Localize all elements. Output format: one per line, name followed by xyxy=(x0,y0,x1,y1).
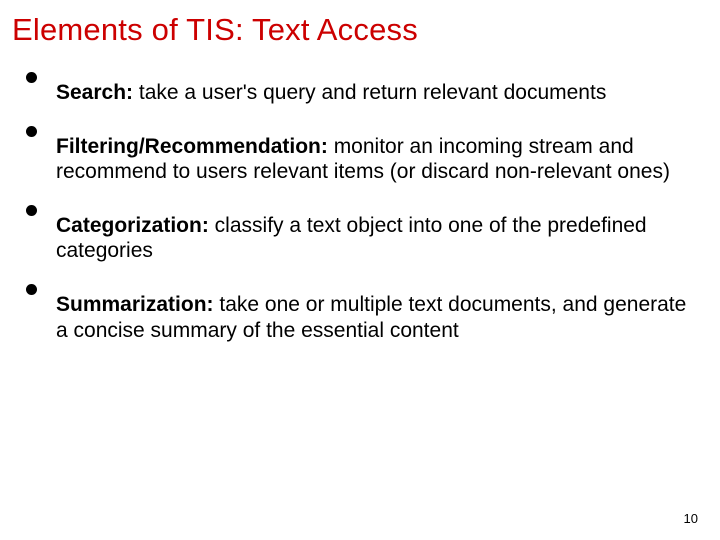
list-item: Categorization: classify a text object i… xyxy=(26,213,692,264)
list-item: Filtering/Recommendation: monitor an inc… xyxy=(26,134,692,185)
bullet-desc: take a user's query and return relevant … xyxy=(133,81,606,104)
bullet-term: Filtering/Recommendation: xyxy=(56,135,328,158)
list-item: Summarization: take one or multiple text… xyxy=(26,292,692,343)
page-number: 10 xyxy=(684,511,698,526)
list-item: Search: take a user's query and return r… xyxy=(26,80,692,106)
bullet-term: Search: xyxy=(56,81,133,104)
bullet-term: Summarization: xyxy=(56,293,214,316)
slide-title: Elements of TIS: Text Access xyxy=(12,12,692,48)
bullet-list: Search: take a user's query and return r… xyxy=(12,80,692,343)
bullet-term: Categorization: xyxy=(56,214,209,237)
